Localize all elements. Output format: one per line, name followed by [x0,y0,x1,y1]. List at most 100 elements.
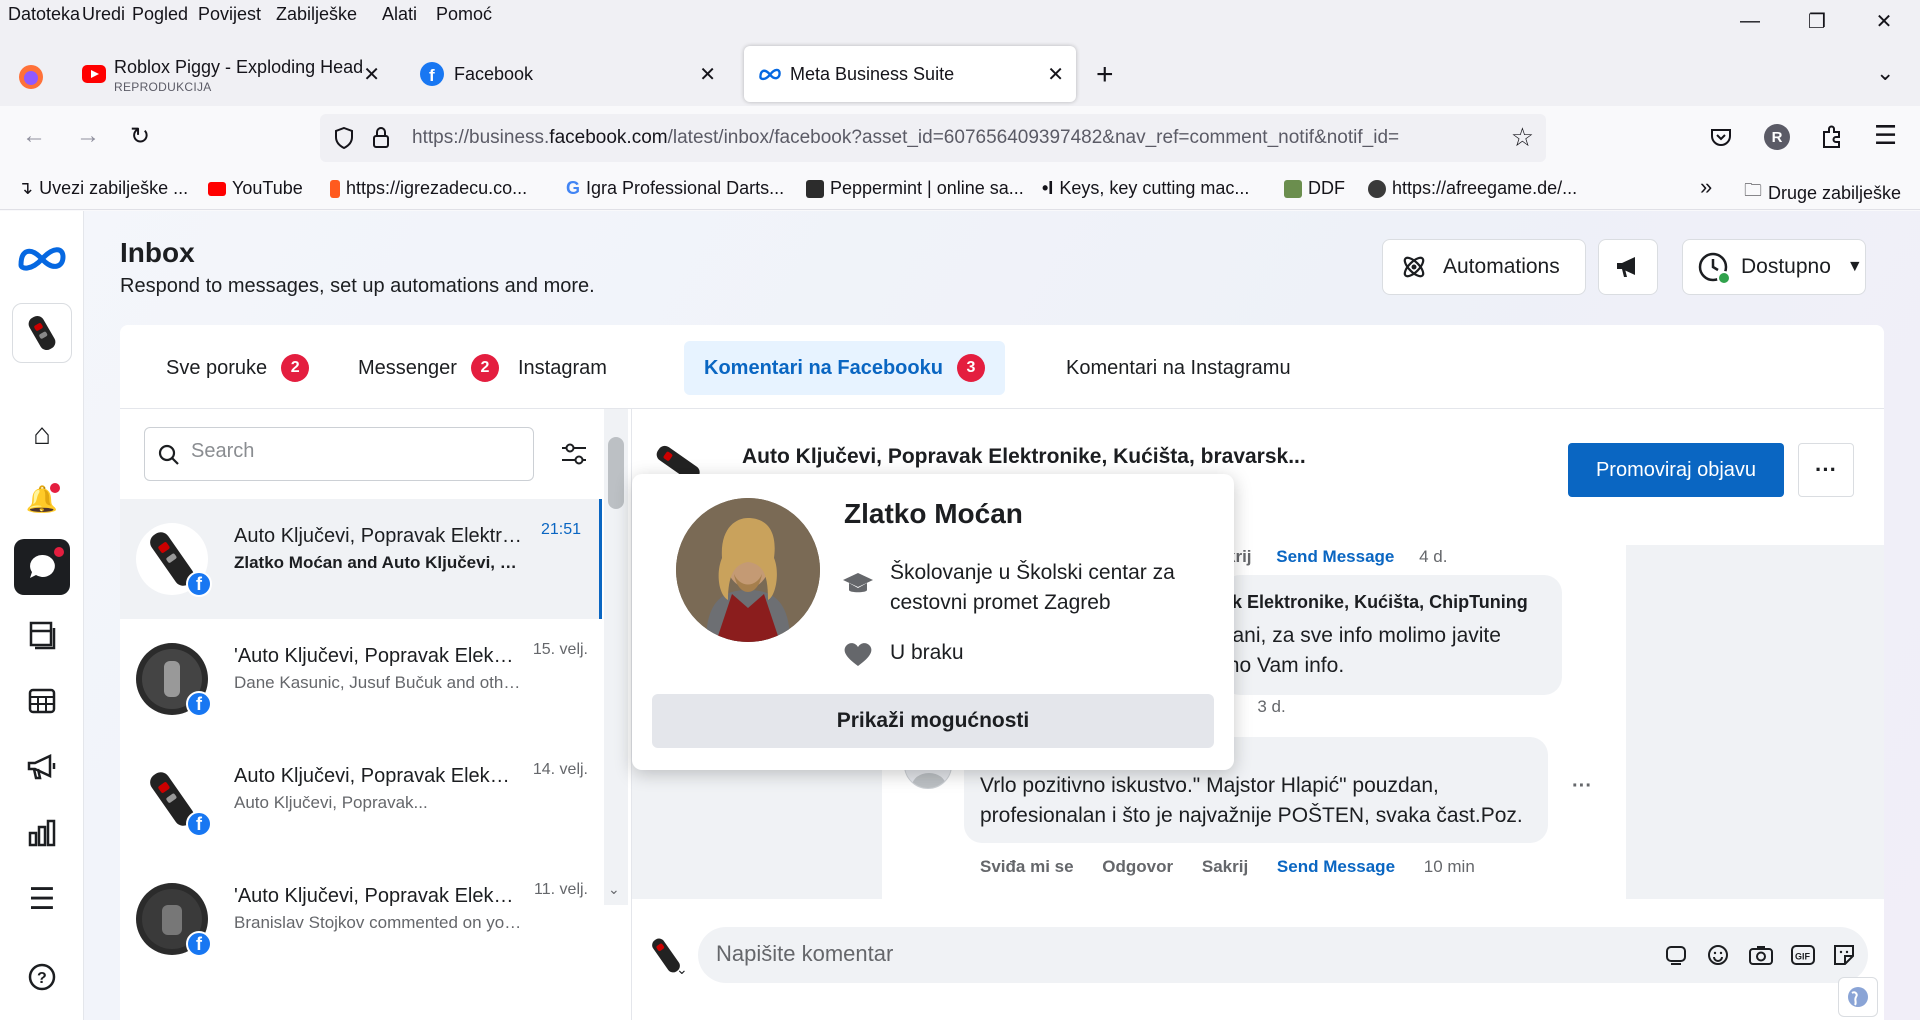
bookmark-import[interactable]: ↴ Uvezi zabilješke ... [18,178,188,199]
posts-icon[interactable] [14,607,70,663]
insights-chart-icon[interactable] [14,805,70,861]
meta-logo-icon[interactable] [16,243,68,273]
scroll-down-icon[interactable]: ⌄ [608,881,620,898]
list-scrollbar[interactable]: ⌄ [604,409,628,905]
notification-dot [50,483,60,493]
emoji-icon[interactable] [1706,943,1730,967]
conversation-list: f Auto Ključevi, Popravak Elektronike Zl… [120,409,632,1020]
firefox-icon[interactable] [18,64,44,90]
language-button[interactable] [1838,977,1878,1017]
account-avatar-icon[interactable]: R [1764,124,1790,150]
tab-audio-label: REPRODUKCIJA [114,80,212,94]
close-tab-icon[interactable]: ✕ [1047,62,1064,87]
saved-reply-icon[interactable] [1664,943,1688,967]
tab-label: Messenger [358,356,457,379]
bookmark-label: YouTube [232,178,303,198]
menu-view[interactable]: Pogled [132,4,188,25]
bookmark-label: Peppermint | online sa... [830,178,1024,198]
conversation-item[interactable]: f 'Auto Ključevi, Popravak Elektronike B… [120,859,602,979]
planner-icon[interactable] [14,673,70,729]
conversation-title: Auto Ključevi, Popravak Elektronike [234,525,524,547]
bookmark-ddf[interactable]: DDF [1284,178,1345,199]
menu-help[interactable]: Pomoć [436,4,492,25]
conversation-title: 'Auto Ključevi, Popravak Elektronike [234,885,514,907]
send-message-link[interactable]: Send Message [1276,547,1394,566]
close-tab-icon[interactable]: ✕ [699,62,716,87]
tab-facebook[interactable]: f Facebook ✕ [408,46,728,102]
ads-megaphone-icon[interactable] [14,739,70,795]
promote-post-button[interactable]: Promoviraj objavu [1568,443,1784,497]
tab-all-messages[interactable]: Sve poruke 2 [146,341,329,395]
reload-icon[interactable]: ↻ [130,122,150,151]
home-icon[interactable]: ⌂ [14,407,70,463]
conversation-item[interactable]: f Auto Ključevi, Popravak Elektronike Au… [120,739,602,859]
automations-icon [1403,256,1425,278]
bookmark-igrezadecu[interactable]: https://igrezadecu.co... [330,178,527,199]
bookmark-darts[interactable]: G Igra Professional Darts... [566,178,784,199]
send-message-link[interactable]: Send Message [1277,857,1395,876]
notifications-bell-icon[interactable]: 🔔 [14,471,70,527]
conversation-item[interactable]: f Auto Ključevi, Popravak Elektronike Zl… [120,499,602,619]
comment-input-field[interactable]: GIF [698,927,1868,983]
comment-input[interactable] [716,941,1616,967]
comment-text-line: mo Vam info. [1222,654,1345,677]
tab-label: Komentari na Instagramu [1066,356,1291,379]
more-options-button[interactable]: ··· [1798,443,1854,497]
all-tools-menu-icon[interactable]: ☰ [14,871,70,927]
like-link[interactable]: Sviđa mi se [980,857,1074,876]
reply-link[interactable]: Odgovor [1102,857,1173,876]
show-options-button[interactable]: Prikaži mogućnosti [652,694,1214,748]
close-tab-icon[interactable]: ✕ [363,62,380,87]
new-tab-button[interactable]: + [1096,58,1114,92]
promote-megaphone-button[interactable] [1598,239,1658,295]
bookmark-peppermint[interactable]: Peppermint | online sa... [806,178,1024,199]
tab-instagram[interactable]: Instagram [498,341,627,395]
menu-file[interactable]: Datoteka [8,4,80,25]
automations-button[interactable]: Automations [1382,239,1586,295]
tab-instagram-comments[interactable]: Komentari na Instagramu [1046,341,1311,395]
tab-facebook-comments[interactable]: Komentari na Facebooku 3 [684,341,1005,395]
sticker-icon[interactable] [1832,943,1856,967]
url-bar[interactable]: https://business.facebook.com/latest/inb… [320,114,1546,162]
menu-edit[interactable]: Uredi [82,4,125,25]
page-avatar[interactable] [12,303,72,363]
more-bookmarks-icon[interactable]: » [1700,174,1712,200]
hide-link[interactable]: Sakrij [1202,857,1248,876]
forward-icon[interactable]: → [76,122,100,150]
profile-name[interactable]: Zlatko Moćan [844,498,1023,530]
camera-icon[interactable] [1748,943,1774,967]
pocket-icon[interactable] [1710,126,1732,148]
app-menu-icon[interactable]: ☰ [1874,120,1897,151]
comment-time: 10 min [1423,857,1475,876]
comment-more-icon[interactable]: ··· [1572,775,1592,798]
bookmarks-bar: ↴ Uvezi zabilješke ... YouTube https://ig… [0,170,1920,210]
tab-meta-business-suite[interactable]: Meta Business Suite ✕ [744,46,1076,102]
extensions-icon[interactable] [1820,124,1844,150]
shield-icon[interactable] [334,127,354,149]
availability-dropdown[interactable]: Dostupno ▼ [1682,239,1866,295]
composer-page-avatar[interactable]: ⌄ [644,933,690,979]
menu-history[interactable]: Povijest [198,4,261,25]
search-field[interactable] [144,427,534,481]
bookmark-youtube[interactable]: YouTube [208,178,303,199]
url-text[interactable]: https://business.facebook.com/latest/inb… [412,127,1492,149]
bookmark-other[interactable]: 🗀 Druge zabilješke [1744,178,1901,208]
help-icon[interactable]: ? [14,949,70,1005]
bookmark-afreegame[interactable]: https://afreegame.de/... [1368,178,1577,199]
bookmark-star-icon[interactable]: ☆ [1511,122,1534,153]
menu-tools[interactable]: Alati [382,4,417,25]
comment-author[interactable]: ak Elektronike, Kućišta, ChipTuning [1222,587,1528,617]
gif-icon[interactable]: GIF [1790,943,1816,967]
post-page-title[interactable]: Auto Ključevi, Popravak Elektronike, Kuć… [742,445,1306,469]
menu-bookmarks[interactable]: Zabilješke [276,4,357,25]
filter-sliders-icon[interactable] [560,441,588,467]
search-input[interactable] [191,440,521,463]
bookmark-keys[interactable]: •I Keys, key cutting mac... [1042,178,1249,199]
tab-messenger[interactable]: Messenger 2 [338,341,519,395]
profile-photo[interactable] [676,498,820,642]
lock-icon[interactable] [372,126,390,148]
back-icon[interactable]: ← [22,122,46,150]
scrollbar-thumb[interactable] [608,437,624,509]
list-tabs-icon[interactable]: ⌄ [1876,60,1894,86]
conversation-item[interactable]: f 'Auto Ključevi, Popravak Elektronike D… [120,619,602,739]
